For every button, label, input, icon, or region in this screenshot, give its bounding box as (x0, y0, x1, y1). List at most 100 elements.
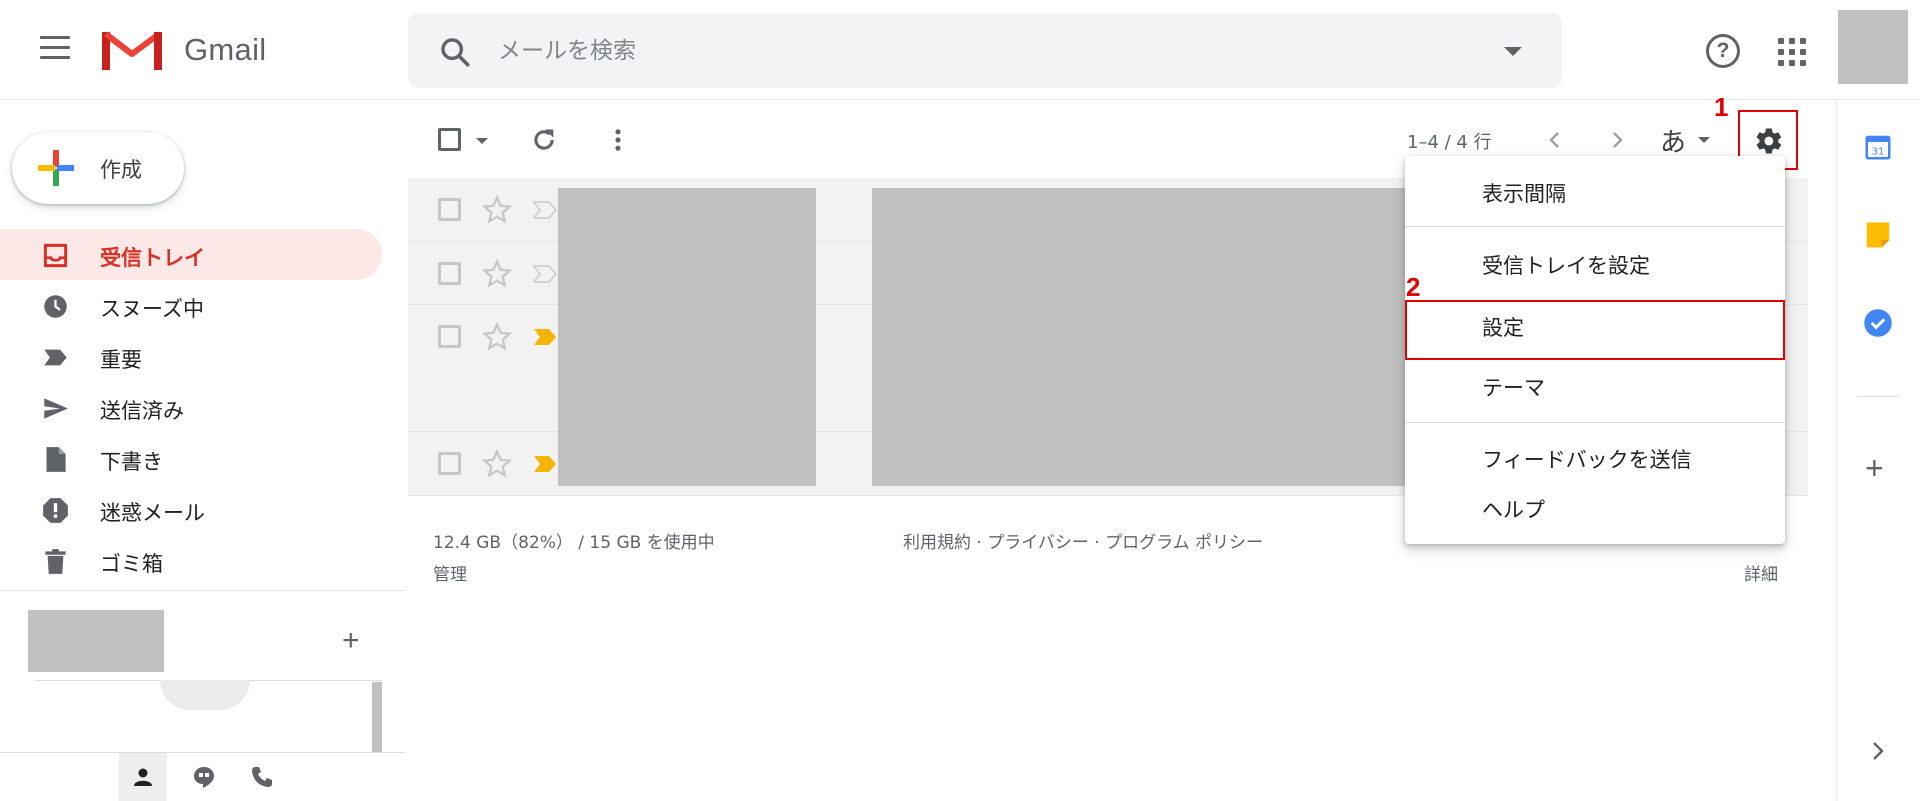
sidebar-item-spam[interactable]: 迷惑メール (0, 484, 382, 535)
calendar-day: 31 (1872, 147, 1885, 158)
inbox-icon (43, 243, 68, 268)
person-icon (134, 768, 152, 786)
pagination-label: 1–4 / 4 行 (1407, 132, 1492, 153)
spam-icon (43, 498, 68, 523)
menu-item-settings[interactable]: 設定 (1405, 300, 1785, 360)
chevron-right-icon[interactable] (1869, 740, 1887, 762)
side-panel-divider (1857, 396, 1899, 397)
menu-item-help[interactable]: ヘルプ (1405, 482, 1785, 532)
input-tools-caret-icon[interactable] (1698, 137, 1710, 143)
importance-marker-icon[interactable] (532, 200, 558, 220)
sidebar-nav: 受信トレイ スヌーズ中 重要 送信済み 下書き 迷惑メール ゴミ箱 (0, 229, 382, 586)
compose-plus-icon (38, 150, 74, 186)
star-icon[interactable] (482, 195, 512, 225)
menu-item-label: 設定 (1482, 316, 1524, 340)
tasks-icon[interactable] (1863, 308, 1893, 338)
help-icon[interactable]: ? (1706, 34, 1740, 68)
input-tools-button[interactable]: あ (1660, 122, 1686, 159)
select-options-caret-icon[interactable] (476, 138, 488, 144)
redacted-subject-block (872, 188, 1412, 486)
importance-marker-icon[interactable] (532, 264, 558, 284)
sidebar-item-label: 送信済み (100, 399, 184, 423)
app-name: Gmail (184, 32, 267, 67)
activity-details-link[interactable]: 詳細 (1744, 560, 1778, 585)
menu-item-label: 受信トレイを設定 (1482, 254, 1650, 278)
important-label-icon (44, 349, 67, 366)
sidebar-item-inbox[interactable]: 受信トレイ (0, 229, 382, 280)
star-icon[interactable] (482, 449, 512, 479)
sidebar-item-sent[interactable]: 送信済み (0, 382, 382, 433)
phone-icon (252, 767, 272, 787)
menu-divider (1405, 226, 1785, 227)
sidebar-item-snoozed[interactable]: スヌーズ中 (0, 280, 382, 331)
chevron-left-icon[interactable] (1543, 128, 1567, 152)
contacts-tab[interactable] (119, 753, 167, 801)
hangouts-add-icon[interactable]: + (342, 626, 360, 656)
more-vert-icon[interactable] (604, 126, 632, 154)
settings-menu: 表示間隔 受信トレイを設定 設定 テーマ フィードバックを送信 ヘルプ (1405, 156, 1785, 544)
phone-tab[interactable] (238, 753, 286, 801)
menu-item-label: ヘルプ (1482, 498, 1545, 522)
search-input[interactable] (498, 33, 1398, 69)
star-icon[interactable] (482, 322, 512, 352)
hangouts-user-avatar[interactable] (28, 610, 164, 672)
star-icon[interactable] (482, 259, 512, 289)
account-avatar[interactable] (1838, 10, 1908, 84)
get-addons-icon[interactable]: + (1865, 452, 1884, 484)
menu-item-configure-inbox[interactable]: 受信トレイを設定 (1405, 238, 1785, 288)
sidebar-item-label: 重要 (100, 348, 142, 372)
step-callout-1: 1 (1714, 92, 1729, 122)
sidebar-item-label: ゴミ箱 (100, 552, 163, 576)
draft-icon (46, 447, 66, 472)
select-all-checkbox[interactable] (438, 128, 461, 151)
sidebar-item-label: 下書き (100, 450, 163, 474)
top-bar: Gmail ? (0, 0, 1920, 100)
hangouts-tabs (0, 752, 405, 801)
compose-button[interactable]: 作成 (12, 132, 184, 204)
hangouts-quote-icon (194, 767, 214, 788)
gmail-logo[interactable] (102, 28, 162, 72)
menu-divider (1405, 422, 1785, 423)
row-checkbox[interactable] (438, 452, 461, 475)
menu-item-label: 表示間隔 (1482, 182, 1566, 206)
sidebar-item-label: 受信トレイ (100, 246, 205, 270)
sidebar-item-label: 迷惑メール (100, 501, 205, 525)
hangouts-scrollbar[interactable] (372, 682, 382, 752)
gear-icon[interactable] (1754, 126, 1784, 156)
sidebar-item-drafts[interactable]: 下書き (0, 433, 382, 484)
menu-item-send-feedback[interactable]: フィードバックを送信 (1405, 432, 1785, 482)
chevron-right-icon[interactable] (1605, 128, 1629, 152)
main-menu-icon[interactable] (40, 36, 70, 62)
apps-grid-icon[interactable] (1778, 38, 1806, 66)
storage-usage: 12.4 GB（82%） / 15 GB を使用中 (433, 533, 715, 553)
clock-icon (44, 295, 67, 318)
refresh-icon[interactable] (530, 126, 558, 154)
sidebar-item-label: スヌーズ中 (100, 297, 204, 321)
send-icon (44, 398, 68, 419)
manage-storage-link[interactable]: 管理 (433, 560, 467, 585)
menu-item-themes[interactable]: テーマ (1405, 360, 1785, 410)
sidebar-divider (0, 590, 405, 610)
policy-links[interactable]: 利用規約 · プライバシー · プログラム ポリシー (903, 528, 1263, 553)
search-options-caret-icon[interactable] (1504, 47, 1522, 56)
redacted-sender-block (558, 188, 816, 486)
step-callout-2: 2 (1406, 272, 1421, 302)
menu-item-label: フィードバックを送信 (1482, 448, 1692, 472)
sidebar-item-trash[interactable]: ゴミ箱 (0, 535, 382, 586)
conversations-tab[interactable] (180, 753, 228, 801)
search-bar (408, 13, 1562, 88)
search-icon[interactable] (438, 35, 472, 69)
importance-marker-icon[interactable] (532, 327, 558, 347)
side-panel: 31 + (1836, 100, 1920, 801)
sidebar-item-important[interactable]: 重要 (0, 331, 382, 382)
trash-icon (45, 549, 66, 574)
importance-marker-icon[interactable] (532, 454, 558, 474)
menu-item-label: テーマ (1482, 376, 1545, 400)
keep-notes-icon[interactable] (1863, 220, 1893, 250)
compose-label: 作成 (100, 158, 142, 182)
calendar-icon[interactable]: 31 (1863, 132, 1893, 162)
row-checkbox[interactable] (438, 198, 461, 221)
row-checkbox[interactable] (438, 325, 461, 348)
row-checkbox[interactable] (438, 262, 461, 285)
menu-item-density[interactable]: 表示間隔 (1405, 166, 1785, 216)
